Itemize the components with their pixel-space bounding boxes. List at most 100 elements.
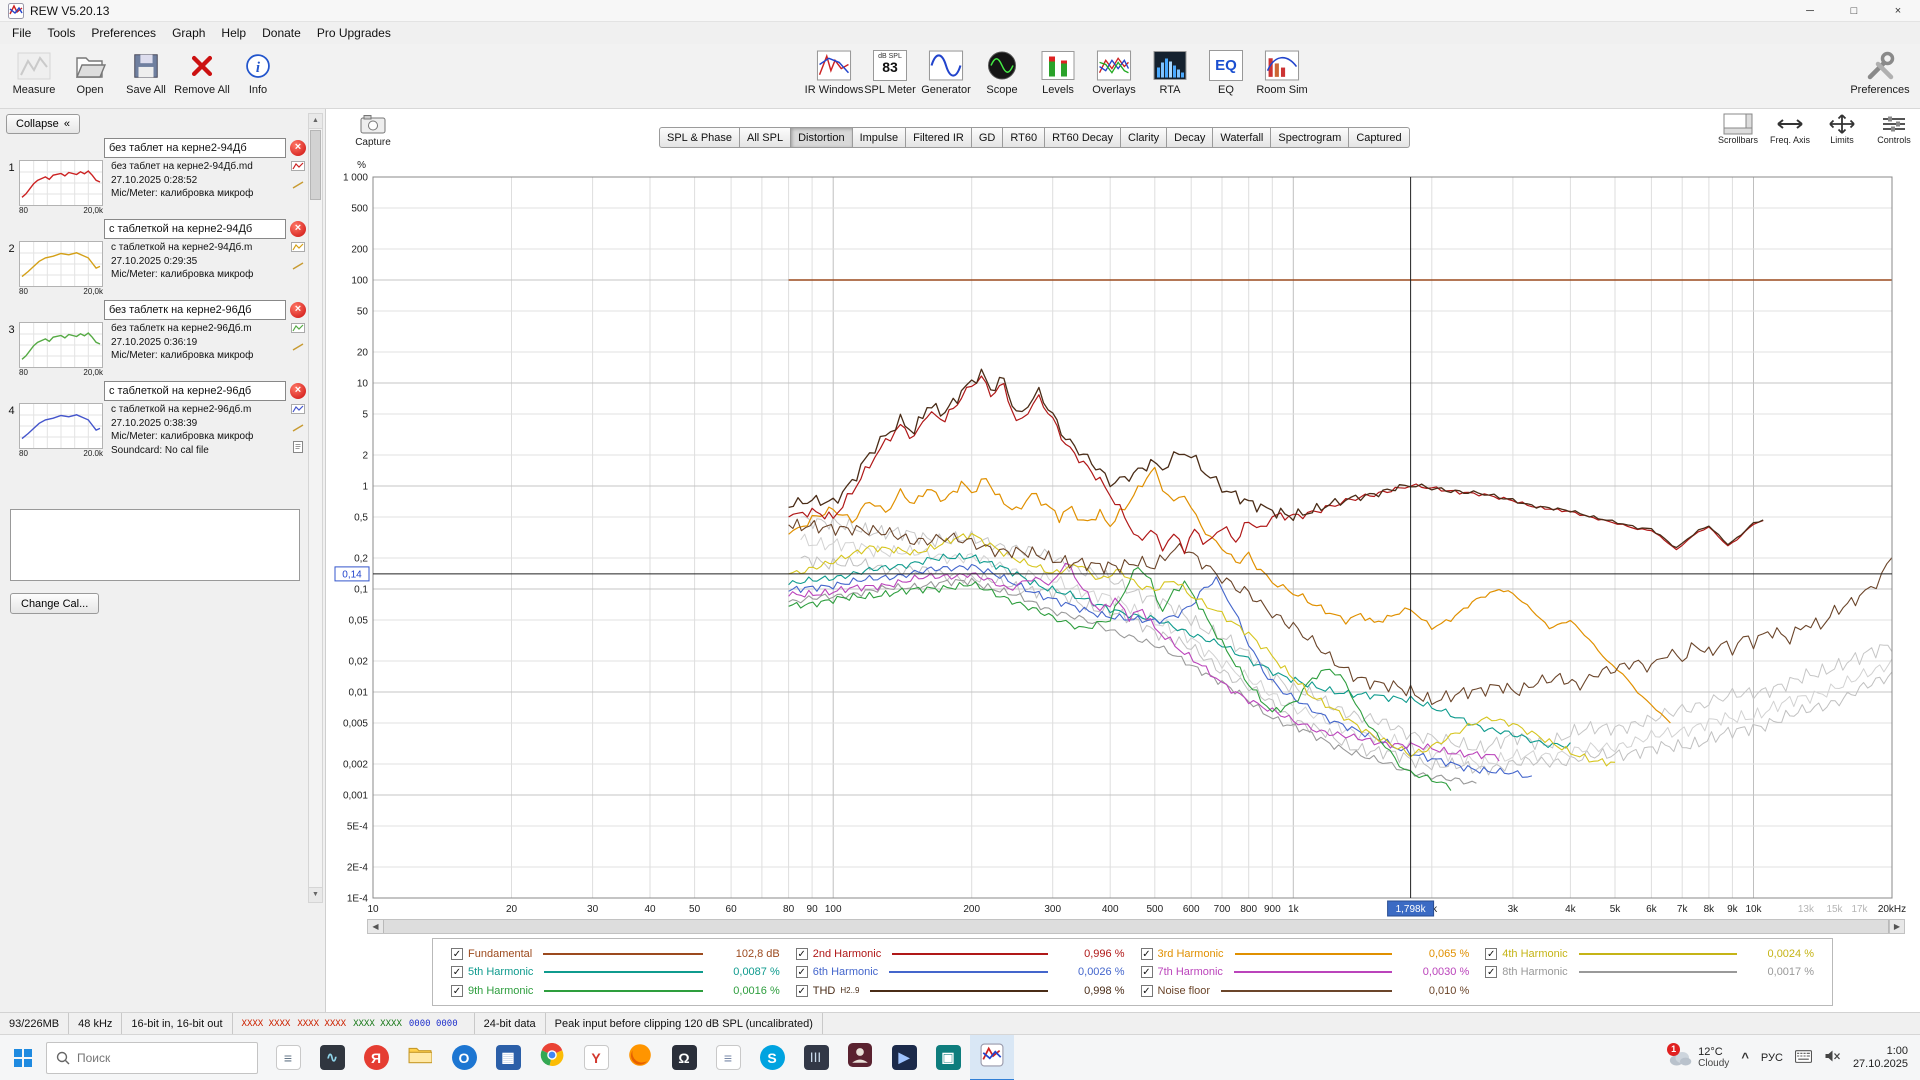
measurement-thumbnail[interactable]: 8020,0k: [19, 241, 105, 296]
scrollbar-thumb[interactable]: [310, 130, 321, 200]
taskbar-app-internet-app[interactable]: O: [442, 1035, 486, 1080]
taskbar-app-task-view[interactable]: ≡: [266, 1035, 310, 1080]
measurement-item[interactable]: ×48020.0kс таблеткой на керне2-96дб.m27.…: [4, 381, 306, 458]
trace-icon[interactable]: [291, 323, 305, 338]
taskbar-app-photos[interactable]: ▣: [926, 1035, 970, 1080]
tab-rt60[interactable]: RT60: [1003, 127, 1045, 148]
measurement-thumbnail[interactable]: 8020.0k: [19, 403, 105, 458]
menu-preferences[interactable]: Preferences: [83, 24, 164, 42]
legend-checkbox[interactable]: ✓: [796, 948, 808, 960]
tab-clarity[interactable]: Clarity: [1121, 127, 1167, 148]
tab-rt60-decay[interactable]: RT60 Decay: [1045, 127, 1121, 148]
clock[interactable]: 1:00 27.10.2025: [1853, 1045, 1908, 1071]
delete-measurement-icon[interactable]: ×: [290, 302, 306, 318]
toolbar-measure-button[interactable]: Measure: [6, 44, 62, 108]
capture-button[interactable]: Capture: [350, 113, 396, 148]
taskbar-app-skype[interactable]: S: [750, 1035, 794, 1080]
controls-button[interactable]: Controls: [1870, 112, 1918, 145]
menu-graph[interactable]: Graph: [164, 24, 213, 42]
taskbar-app-omega-app[interactable]: Ω: [662, 1035, 706, 1080]
tab-waterfall[interactable]: Waterfall: [1213, 127, 1271, 148]
minimize-button[interactable]: ─: [1788, 0, 1832, 21]
distortion-chart[interactable]: 1 0005002001005020105210,50,20,10,050,02…: [330, 140, 1916, 918]
taskbar-app-rew-app[interactable]: [970, 1035, 1014, 1080]
legend-checkbox[interactable]: ✓: [796, 985, 808, 997]
trace-icon[interactable]: [291, 161, 305, 176]
tab-spl-phase[interactable]: SPL & Phase: [659, 127, 740, 148]
measurements-scrollbar[interactable]: ▲ ▼: [308, 113, 323, 903]
trace-icon[interactable]: [291, 404, 305, 419]
taskbar-search[interactable]: [46, 1042, 258, 1074]
legend-checkbox[interactable]: ✓: [451, 985, 463, 997]
scroll-left-icon[interactable]: ◀: [368, 920, 383, 933]
measurement-item[interactable]: ×18020,0kбез таблет на керне2-94Дб.md27.…: [4, 138, 306, 215]
change-cal-button[interactable]: Change Cal...: [10, 593, 99, 614]
taskbar-app-notepad[interactable]: ≡: [706, 1035, 750, 1080]
taskbar-app-y-app[interactable]: Y: [574, 1035, 618, 1080]
taskbar-app-chrome[interactable]: [530, 1035, 574, 1080]
cal-slope-icon[interactable]: [291, 342, 305, 357]
scrollbars-button[interactable]: Scrollbars: [1714, 112, 1762, 145]
maximize-button[interactable]: □: [1832, 0, 1876, 21]
tab-impulse[interactable]: Impulse: [853, 127, 907, 148]
toolbar-rta-button[interactable]: RTA: [1142, 44, 1198, 108]
scroll-up-icon[interactable]: ▲: [309, 114, 322, 129]
measurement-title-input[interactable]: [104, 138, 286, 158]
collapse-button[interactable]: Collapse «: [6, 114, 80, 134]
delete-measurement-icon[interactable]: ×: [290, 140, 306, 156]
legend-checkbox[interactable]: ✓: [796, 966, 808, 978]
close-button[interactable]: ×: [1876, 0, 1920, 21]
legend-checkbox[interactable]: ✓: [1141, 966, 1153, 978]
toolbar-ir-windows-button[interactable]: IR Windows: [806, 44, 862, 108]
tab-gd[interactable]: GD: [972, 127, 1004, 148]
taskbar-app-yandex-browser[interactable]: Я: [354, 1035, 398, 1080]
measurement-notes-box[interactable]: [10, 509, 300, 581]
menu-pro-upgrades[interactable]: Pro Upgrades: [309, 24, 399, 42]
weather-widget[interactable]: 1 12°C Cloudy: [1667, 1046, 1729, 1070]
tab-captured[interactable]: Captured: [1349, 127, 1409, 148]
tab-spectrogram[interactable]: Spectrogram: [1271, 127, 1349, 148]
cal-slope-icon[interactable]: [291, 423, 305, 438]
menu-donate[interactable]: Donate: [254, 24, 309, 42]
taskbar-app-audio-mixer[interactable]: |||: [794, 1035, 838, 1080]
tab-decay[interactable]: Decay: [1167, 127, 1213, 148]
tab-all-spl[interactable]: All SPL: [740, 127, 791, 148]
taskbar-app-media-player[interactable]: ▶: [882, 1035, 926, 1080]
toolbar-info-button[interactable]: iInfo: [230, 44, 286, 108]
cal-slope-icon[interactable]: [291, 180, 305, 195]
tab-filtered-ir[interactable]: Filtered IR: [906, 127, 972, 148]
tray-expand-icon[interactable]: ^: [1741, 1050, 1749, 1065]
taskbar-app-voice-app[interactable]: [838, 1035, 882, 1080]
scroll-right-icon[interactable]: ▶: [1889, 920, 1904, 933]
scroll-down-icon[interactable]: ▼: [309, 887, 322, 902]
volume-muted-icon[interactable]: [1824, 1049, 1841, 1066]
touch-keyboard-icon[interactable]: [1795, 1050, 1812, 1066]
legend-checkbox[interactable]: ✓: [451, 966, 463, 978]
measurement-title-input[interactable]: [104, 219, 286, 239]
limits-button[interactable]: Limits: [1818, 112, 1866, 145]
legend-checkbox[interactable]: ✓: [1141, 985, 1153, 997]
toolbar-eq-button[interactable]: EQEQ: [1198, 44, 1254, 108]
status-segment-0[interactable]: 93/226MB: [0, 1013, 69, 1034]
measurement-item[interactable]: ×38020,0kбез таблетк на керне2-96Дб.m27.…: [4, 300, 306, 377]
measurement-title-input[interactable]: [104, 300, 286, 320]
taskbar-app-firefox[interactable]: [618, 1035, 662, 1080]
freq-axis-button[interactable]: Freq. Axis: [1766, 112, 1814, 145]
toolbar-open-button[interactable]: Open: [62, 44, 118, 108]
toolbar-overlays-button[interactable]: Overlays: [1086, 44, 1142, 108]
chart-horizontal-scrollbar[interactable]: ◀ ▶: [367, 919, 1905, 934]
legend-checkbox[interactable]: ✓: [1485, 966, 1497, 978]
delete-measurement-icon[interactable]: ×: [290, 383, 306, 399]
measurement-title-input[interactable]: [104, 381, 286, 401]
measurement-thumbnail[interactable]: 8020,0k: [19, 160, 105, 215]
menu-help[interactable]: Help: [213, 24, 254, 42]
toolbar-remove-all-button[interactable]: Remove All: [174, 44, 230, 108]
delete-measurement-icon[interactable]: ×: [290, 221, 306, 237]
measurement-item[interactable]: ×28020,0kс таблеткой на керне2-94Дб.m27.…: [4, 219, 306, 296]
menu-tools[interactable]: Tools: [39, 24, 83, 42]
search-input[interactable]: [77, 1051, 227, 1065]
tab-distortion[interactable]: Distortion: [791, 127, 852, 148]
trace-icon[interactable]: [291, 242, 305, 257]
notes-icon[interactable]: [293, 441, 303, 458]
toolbar-save-all-button[interactable]: Save All: [118, 44, 174, 108]
